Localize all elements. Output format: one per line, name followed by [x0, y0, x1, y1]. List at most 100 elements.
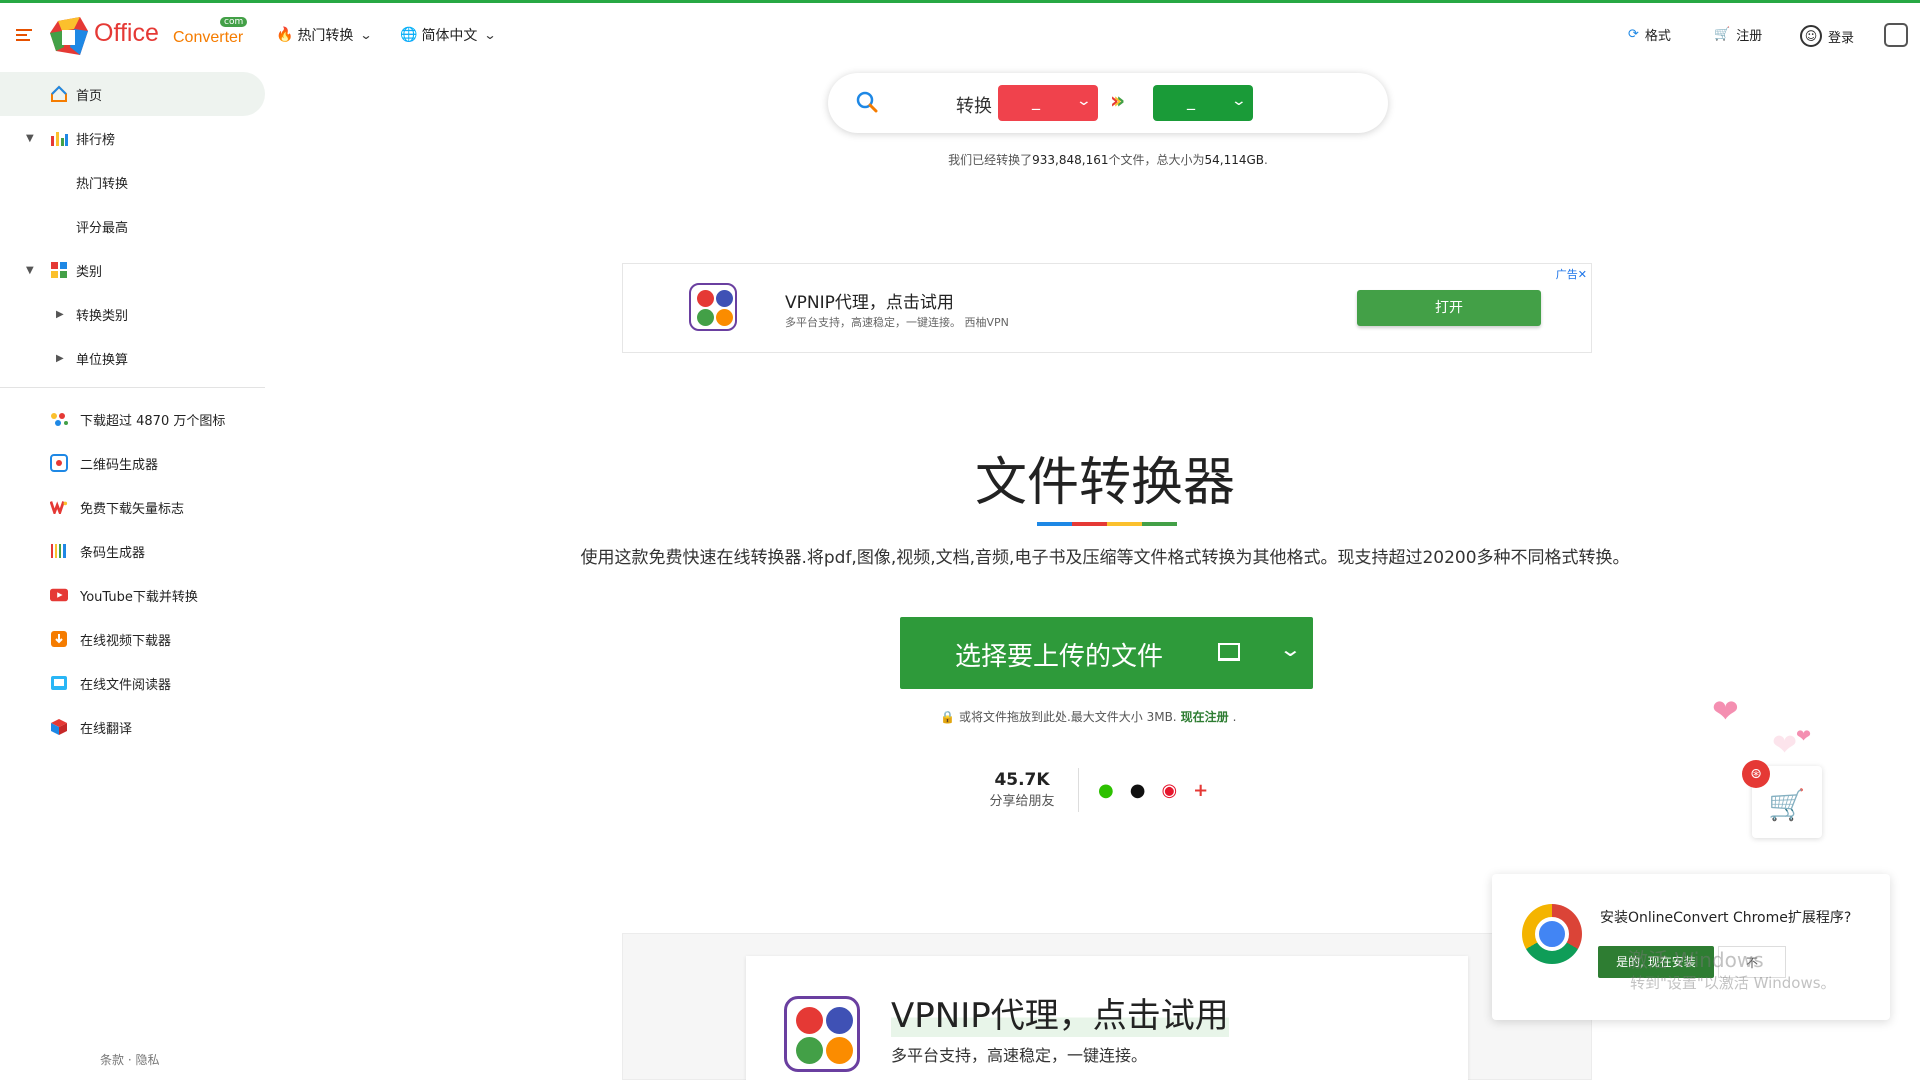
user-avatar-icon: ☺: [1800, 25, 1822, 47]
barcode-icon: [50, 542, 68, 560]
share-number: 45.7K: [994, 770, 1050, 790]
chrome-logo-icon: [1522, 904, 1582, 964]
sidebar-tool-file-reader[interactable]: 在线文件阅读器: [0, 661, 265, 705]
hamburger-menu-icon[interactable]: [16, 29, 32, 44]
sidebar-item-label: 首页: [76, 88, 103, 104]
sidebar-item-categories[interactable]: ▼ 类别: [0, 248, 265, 292]
format-refresh-icon: ⟳: [1628, 27, 1639, 42]
page-title: 文件转换器: [974, 453, 1235, 513]
login-link[interactable]: ☺ 登录: [1800, 25, 1854, 47]
ad-close-badge[interactable]: 广告✕: [1556, 266, 1587, 282]
upload-note: 🔒 或将文件拖放到此处.最大文件大小 3MB. 现在注册 .: [940, 708, 1236, 725]
stats-files: 933,848,161: [1032, 153, 1109, 167]
ad-subtitle: 多平台支持，高速稳定，一键连接。 西柚VPN: [785, 316, 1009, 329]
convert-arrows-icon: ›››: [1110, 89, 1125, 114]
share-divider: [1078, 768, 1079, 812]
share-text: 分享给朋友: [989, 794, 1055, 809]
qq-icon[interactable]: ●: [1130, 780, 1146, 801]
logo-text-converter: Converter: [173, 29, 244, 46]
categories-grid-icon: [50, 261, 68, 279]
windows-activation-watermark: 激活 Windows: [1628, 948, 1764, 972]
sidebar-item-unit-conversion[interactable]: ▶ 单位换算: [0, 336, 265, 380]
ad-banner-bottom[interactable]: VPNIP代理，点击试用 多平台支持，高速稳定，一键连接。: [746, 956, 1468, 1080]
upload-options-chevron-icon[interactable]: ⌄: [1279, 637, 1302, 661]
vpn-logo-icon: [784, 996, 860, 1072]
to-format-value: _: [1187, 91, 1195, 110]
register-link[interactable]: 🛒 注册: [1714, 25, 1762, 44]
chevron-down-icon: ⌄: [1075, 93, 1093, 109]
sidebar-item-top-rated[interactable]: 评分最高: [0, 204, 265, 248]
register-now-link[interactable]: 现在注册: [1181, 708, 1229, 725]
sidebar-tool-barcode[interactable]: 条码生成器: [0, 529, 265, 573]
sidebar-item-hot[interactable]: 热门转换: [0, 160, 265, 204]
computer-icon: [1218, 643, 1240, 661]
nav-hot-conversions[interactable]: 🔥 热门转换 ⌄: [276, 25, 373, 45]
login-label: 登录: [1828, 30, 1855, 46]
sidebar-tool-translate[interactable]: 在线翻译: [0, 705, 265, 749]
chevron-down-icon: ⌄: [483, 28, 498, 42]
bar-chart-icon: [50, 129, 68, 147]
sidebar-item-label: 排行榜: [76, 132, 116, 148]
sidebar-tool-label: YouTube下载并转换: [80, 589, 198, 605]
chrome-prompt-question: 安装OnlineConvert Chrome扩展程序?: [1600, 910, 1852, 926]
stats-suffix: .: [1264, 153, 1268, 167]
sidebar-tool-label: 条码生成器: [80, 545, 146, 561]
logo-text: Office: [94, 19, 159, 47]
shopping-cart-icon: 🛒: [1768, 788, 1806, 823]
search-icon[interactable]: [856, 91, 878, 113]
window-toggle-icon[interactable]: [1884, 23, 1908, 47]
windows-activation-watermark-sub: 转到"设置"以激活 Windows。: [1630, 974, 1836, 992]
lock-icon: 🔒: [940, 709, 955, 724]
chevron-down-icon: ⌄: [1230, 93, 1248, 109]
logo-com-badge: com: [220, 17, 248, 27]
more-share-icon[interactable]: +: [1193, 780, 1208, 801]
from-format-select[interactable]: _ ⌄: [998, 85, 1098, 121]
sidebar-item-label: 单位换算: [76, 352, 129, 368]
sidebar-item-home[interactable]: 首页: [0, 72, 265, 116]
stats-size: 54,114GB: [1204, 153, 1265, 167]
from-format-value: _: [1032, 91, 1040, 110]
stats-prefix: 我们已经转换了: [948, 153, 1033, 167]
sidebar-item-rankings[interactable]: ▼ 排行榜: [0, 116, 265, 160]
ad-banner-top[interactable]: VPNIP代理，点击试用 多平台支持，高速稳定，一键连接。 西柚VPN 打开 广…: [622, 263, 1592, 353]
nav-language-select[interactable]: 🌐 简体中文 ⌄: [400, 25, 498, 45]
sidebar-divider: [0, 387, 265, 388]
share-icons: ● ● ◉ +: [1098, 780, 1208, 801]
sidebar-item-conversion-categories[interactable]: ▶ 转换类别: [0, 292, 265, 336]
sidebar-item-label: 热门转换: [76, 176, 129, 192]
ad-subtitle: 多平台支持，高速稳定，一键连接。: [891, 1046, 1148, 1065]
sidebar-item-label: 类别: [76, 264, 103, 280]
to-format-select[interactable]: _ ⌄: [1153, 85, 1253, 121]
format-label: 格式: [1644, 29, 1671, 44]
video-download-icon: [50, 630, 68, 648]
convert-label: 转换: [956, 96, 992, 117]
format-link[interactable]: ⟳ 格式: [1628, 25, 1671, 44]
share-count: 45.7K 分享给朋友: [978, 770, 1066, 809]
file-reader-icon: [50, 674, 68, 692]
caret-right-icon: ▶: [56, 308, 64, 320]
sidebar-footer-links[interactable]: 条款 · 隐私: [100, 1051, 159, 1068]
register-label: 注册: [1736, 29, 1763, 44]
caret-down-icon: ▼: [26, 132, 34, 144]
sidebar-tool-youtube[interactable]: YouTube下载并转换: [0, 573, 265, 617]
upload-file-button[interactable]: 选择要上传的文件 ⌄: [900, 617, 1313, 689]
sidebar-item-label: 评分最高: [76, 220, 129, 236]
sidebar-item-label: 转换类别: [76, 308, 129, 324]
weibo-icon[interactable]: ◉: [1161, 780, 1177, 801]
logo[interactable]: Office Converter com: [50, 15, 250, 57]
globe-icon: 🌐: [400, 27, 418, 43]
sidebar-tool-icons[interactable]: 下载超过 4870 万个图标: [0, 397, 265, 441]
nav-hot-label: 热门转换: [297, 28, 354, 44]
heart-icon: ❤: [1772, 728, 1798, 763]
user-badge-icon[interactable]: ⊛: [1742, 760, 1770, 788]
translate-cube-icon: [50, 718, 68, 736]
sidebar-tool-video-downloader[interactable]: 在线视频下载器: [0, 617, 265, 661]
caret-down-icon: ▼: [26, 264, 34, 276]
youtube-icon: [50, 586, 68, 604]
ad-open-button[interactable]: 打开: [1357, 290, 1541, 326]
caret-right-icon: ▶: [56, 352, 64, 364]
nav-lang-label: 简体中文: [421, 28, 478, 44]
stats-mid: 个文件，总大小为: [1108, 153, 1205, 167]
wechat-icon[interactable]: ●: [1098, 780, 1114, 801]
sidebar-tool-label: 在线视频下载器: [80, 633, 172, 649]
